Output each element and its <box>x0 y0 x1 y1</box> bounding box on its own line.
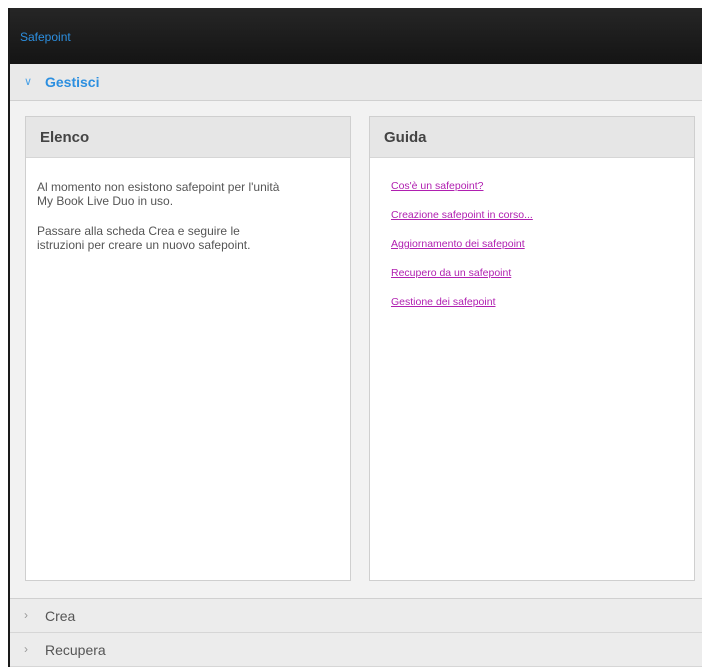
section-label-create: Crea <box>45 608 76 624</box>
help-link-creating-safepoint[interactable]: Creazione safepoint in corso... <box>391 209 694 221</box>
list-panel-body: Al momento non esistono safepoint per l'… <box>26 158 350 252</box>
section-header-create[interactable]: › Crea <box>10 599 702 633</box>
section-label-recover: Recupera <box>45 642 106 658</box>
list-panel-title: Elenco <box>40 129 90 146</box>
help-link-updating-safepoints[interactable]: Aggiornamento dei safepoint <box>391 238 694 250</box>
chevron-right-icon: › <box>24 642 28 656</box>
help-link-recover-from-safepoint[interactable]: Recupero da un safepoint <box>391 267 694 279</box>
safepoint-window: Safepoint ∨ Gestisci Elenco Al momento n… <box>8 8 702 667</box>
section-header-manage[interactable]: ∨ Gestisci <box>10 64 702 101</box>
section-header-recover[interactable]: › Recupera <box>10 633 702 667</box>
help-link-managing-safepoints[interactable]: Gestione dei safepoint <box>391 296 694 308</box>
help-link-what-is-safepoint[interactable]: Cos'è un safepoint? <box>391 180 694 192</box>
app-title: Safepoint <box>20 30 71 44</box>
instruction-message: Passare alla scheda Crea e seguire le is… <box>37 224 251 252</box>
chevron-right-icon: › <box>24 608 28 622</box>
manage-section-content: Elenco Al momento non esistono safepoint… <box>10 101 702 599</box>
section-label-manage: Gestisci <box>45 74 100 90</box>
help-panel-header: Guida <box>370 117 694 158</box>
help-links: Cos'è un safepoint? Creazione safepoint … <box>370 158 694 308</box>
help-panel-title: Guida <box>384 129 427 146</box>
title-bar: Safepoint <box>10 8 702 64</box>
help-panel: Guida Cos'è un safepoint? Creazione safe… <box>369 116 695 581</box>
list-panel-header: Elenco <box>26 117 350 158</box>
list-panel: Elenco Al momento non esistono safepoint… <box>25 116 351 581</box>
chevron-down-icon: ∨ <box>24 76 33 88</box>
empty-message: Al momento non esistono safepoint per l'… <box>37 180 280 208</box>
